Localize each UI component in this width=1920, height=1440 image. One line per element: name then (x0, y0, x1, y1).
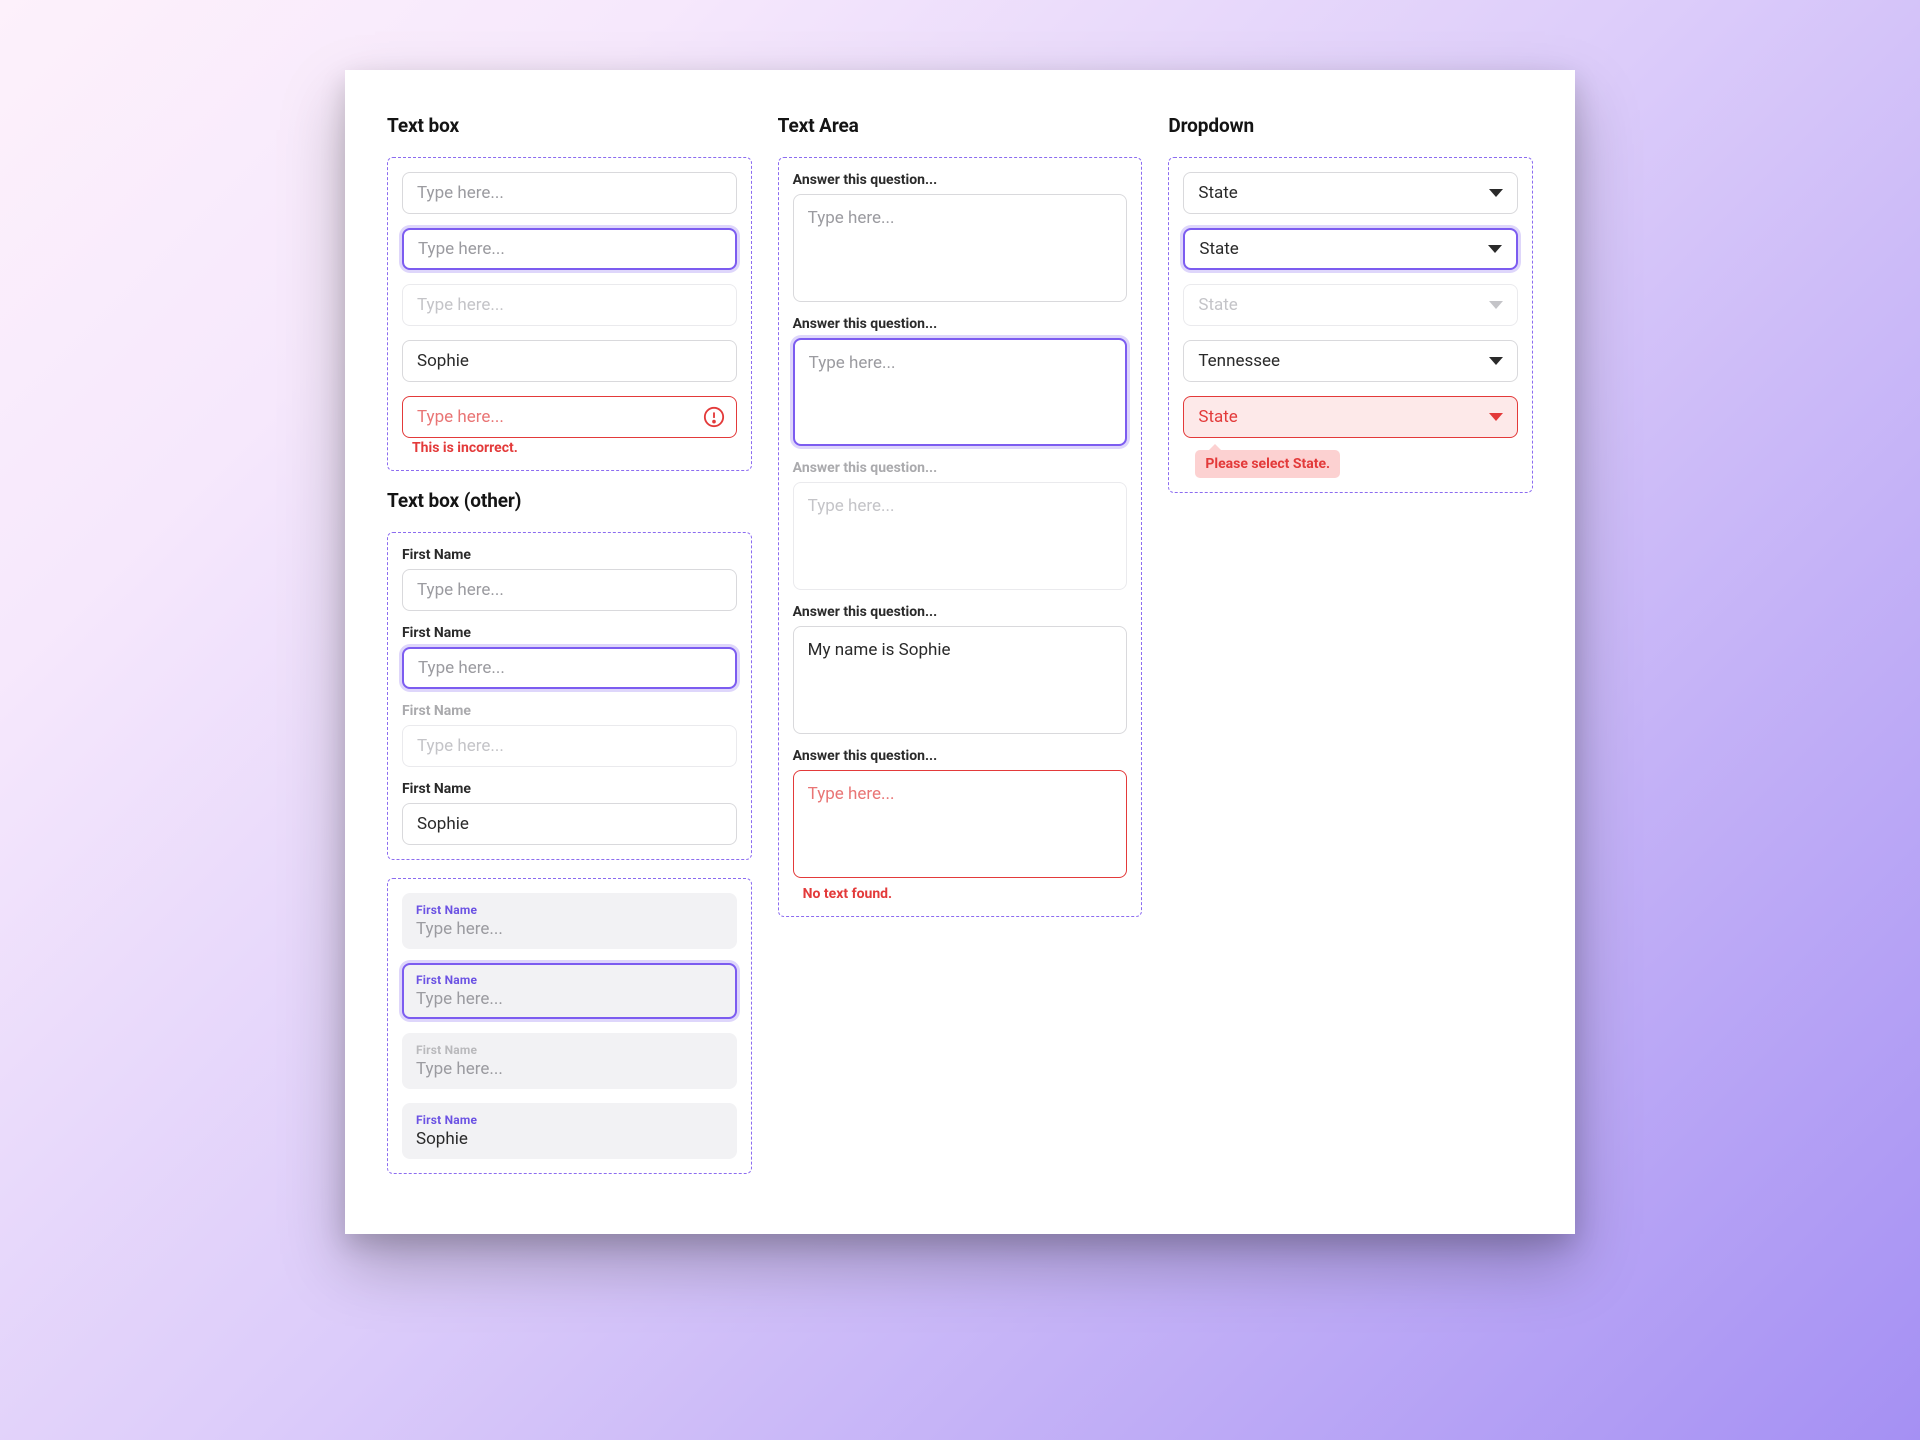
textbox-floating-focused[interactable]: First Name Type here... (402, 963, 737, 1019)
dropdown-error-message: Please select State. (1195, 450, 1340, 478)
textarea-label: Answer this question... (793, 748, 1128, 764)
textarea-error-group: Answer this question... Type here... No … (793, 748, 1128, 902)
textbox-labeled-filled-group: First Name (402, 781, 737, 845)
field-label: First Name (402, 781, 737, 797)
textarea-default[interactable]: Type here... (793, 194, 1128, 302)
textarea-focused-group: Answer this question... Type here... (793, 316, 1128, 446)
textbox-labeled-disabled (402, 725, 737, 767)
textarea-focused[interactable]: Type here... (793, 338, 1128, 446)
alert-circle-icon (703, 406, 725, 428)
section-title-textarea: Text Area (778, 114, 1143, 137)
dropdown-focused[interactable]: State (1183, 228, 1518, 270)
textbox-error-message: This is incorrect. (402, 438, 737, 456)
field-label: First Name (402, 703, 737, 719)
textarea-filled[interactable]: My name is Sophie (793, 626, 1128, 734)
dropdown-value: State (1198, 295, 1237, 315)
textarea-error-message: No text found. (793, 884, 1128, 902)
dropdown-value: State (1199, 239, 1238, 259)
column-textbox: Text box This is incorrect. Text box (ot… (387, 114, 752, 1174)
column-textarea: Text Area Answer this question... Type h… (778, 114, 1143, 917)
textbox-error-group: This is incorrect. (402, 396, 737, 456)
floating-placeholder: Type here... (416, 919, 723, 939)
textarea-disabled-group: Answer this question... Type here... (793, 460, 1128, 590)
chevron-down-icon (1488, 245, 1502, 253)
textarea-error[interactable]: Type here... (793, 770, 1128, 878)
textbox-labeled-default[interactable] (402, 569, 737, 611)
textbox-variants-container: This is incorrect. (387, 157, 752, 471)
floating-placeholder: Type here... (416, 989, 723, 1009)
textbox-floating-disabled: First Name Type here... (402, 1033, 737, 1089)
floating-label: First Name (416, 1113, 723, 1127)
field-label: First Name (402, 625, 737, 641)
textarea-label: Answer this question... (793, 460, 1128, 476)
textbox-disabled (402, 284, 737, 326)
floating-label: First Name (416, 903, 723, 917)
floating-label: First Name (416, 973, 723, 987)
dropdown-default[interactable]: State (1183, 172, 1518, 214)
column-dropdown: Dropdown State State State Tennessee Sta… (1168, 114, 1533, 493)
section-title-textbox: Text box (387, 114, 752, 137)
textbox-labeled-focused[interactable] (402, 647, 737, 689)
dropdown-error[interactable]: State (1183, 396, 1518, 438)
textarea-label: Answer this question... (793, 316, 1128, 332)
chevron-down-icon (1489, 357, 1503, 365)
textbox-floating-default[interactable]: First Name Type here... (402, 893, 737, 949)
textarea-label: Answer this question... (793, 172, 1128, 188)
chevron-down-icon (1489, 189, 1503, 197)
dropdown-error-group: State Please select State. (1183, 396, 1518, 478)
textbox-filled[interactable] (402, 340, 737, 382)
textarea-variants-container: Answer this question... Type here... Ans… (778, 157, 1143, 917)
field-label: First Name (402, 547, 737, 563)
floating-value: Sophie (416, 1129, 723, 1149)
textbox-floating-filled[interactable]: First Name Sophie (402, 1103, 737, 1159)
chevron-down-icon (1489, 413, 1503, 421)
component-sheet-card: Text box This is incorrect. Text box (ot… (345, 70, 1575, 1234)
dropdown-variants-container: State State State Tennessee State Ple (1168, 157, 1533, 493)
floating-placeholder: Type here... (416, 1059, 723, 1079)
dropdown-value: Tennessee (1198, 351, 1280, 371)
textbox-labeled-default-group: First Name (402, 547, 737, 611)
textbox-labeled-disabled-group: First Name (402, 703, 737, 767)
textbox-focused[interactable] (402, 228, 737, 270)
textbox-labeled-focused-group: First Name (402, 625, 737, 689)
section-title-textbox-other: Text box (other) (387, 489, 752, 512)
textbox-labeled-filled[interactable] (402, 803, 737, 845)
textarea-filled-group: Answer this question... My name is Sophi… (793, 604, 1128, 734)
section-title-dropdown: Dropdown (1168, 114, 1533, 137)
dropdown-selected[interactable]: Tennessee (1183, 340, 1518, 382)
textarea-label: Answer this question... (793, 604, 1128, 620)
textbox-error[interactable] (402, 396, 737, 438)
textbox-default[interactable] (402, 172, 737, 214)
textbox-labeled-variants-container: First Name First Name First Name First N… (387, 532, 752, 860)
textbox-floating-variants-container: First Name Type here... First Name Type … (387, 878, 752, 1174)
chevron-down-icon (1489, 301, 1503, 309)
dropdown-value: State (1198, 407, 1237, 427)
dropdown-value: State (1198, 183, 1237, 203)
floating-label: First Name (416, 1043, 723, 1057)
textarea-disabled: Type here... (793, 482, 1128, 590)
dropdown-disabled: State (1183, 284, 1518, 326)
textarea-default-group: Answer this question... Type here... (793, 172, 1128, 302)
